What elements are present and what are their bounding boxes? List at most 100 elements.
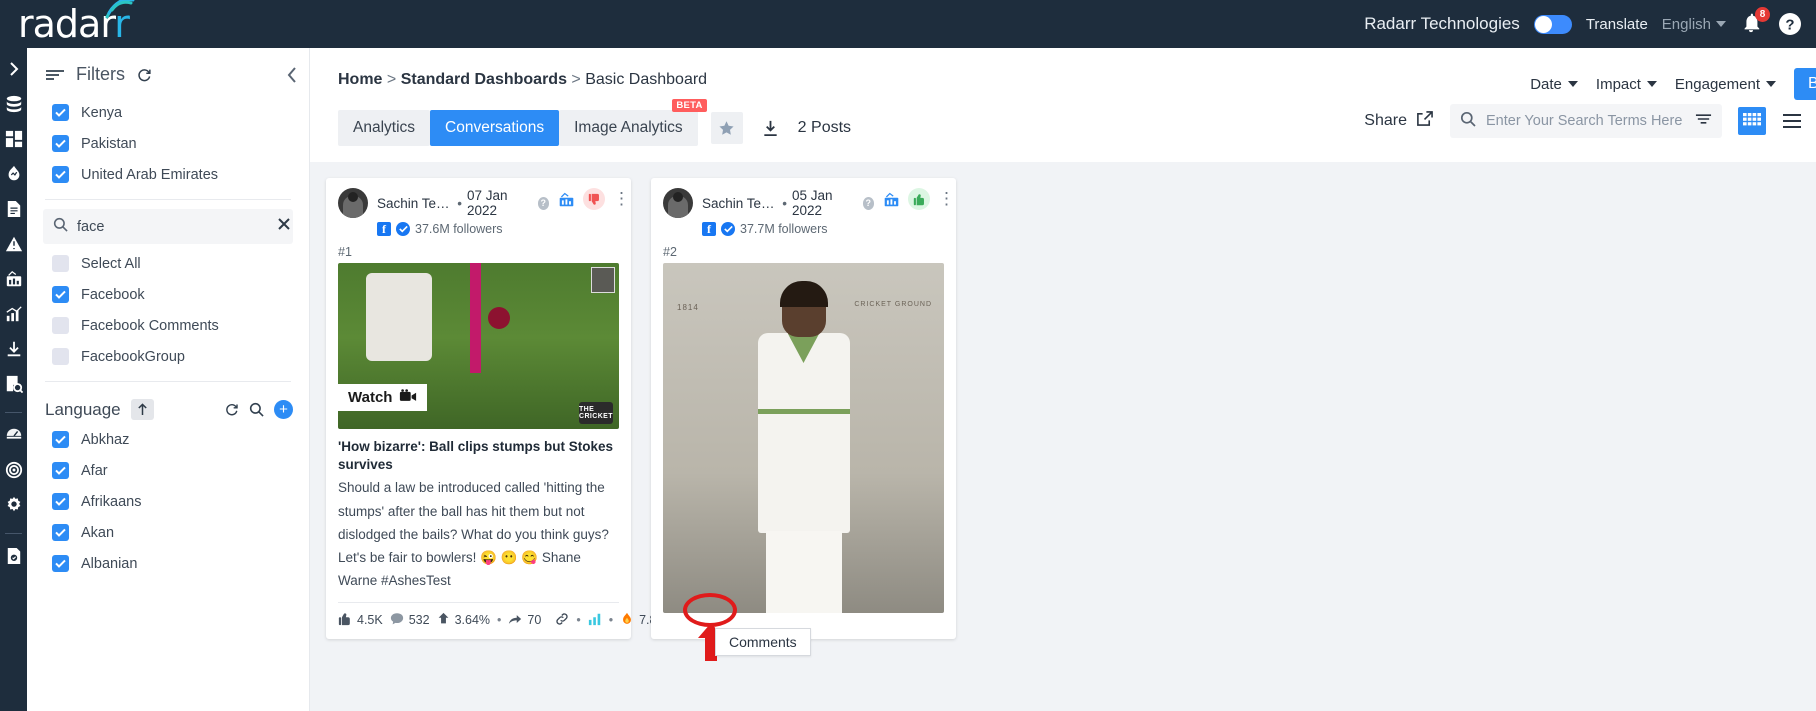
thumbs-down-icon[interactable] xyxy=(583,188,605,210)
fire-trending-icon[interactable] xyxy=(5,165,23,183)
metric-likes[interactable]: 4.5K xyxy=(338,612,383,629)
filter-item-uae[interactable]: United Arab Emirates xyxy=(27,159,309,190)
filter-item-abkhaz[interactable]: Abkhaz xyxy=(27,424,309,455)
metric-engagement[interactable]: 3.64% xyxy=(437,612,490,628)
filter-label: Select All xyxy=(81,255,141,272)
translate-label: Translate xyxy=(1585,15,1648,33)
checkbox[interactable] xyxy=(52,104,69,121)
chevron-right-icon[interactable] xyxy=(5,60,23,78)
tab-conversations[interactable]: Conversations xyxy=(430,110,560,146)
filter-item-facebook-comments[interactable]: Facebook Comments xyxy=(27,310,309,341)
checkbox[interactable] xyxy=(52,431,69,448)
dashboard-grid-icon[interactable] xyxy=(5,130,23,148)
post-card-header: Sachin Tend... • 07 Jan 2022 ? f 37.6M f… xyxy=(338,188,630,236)
filter-item-akan[interactable]: Akan xyxy=(27,517,309,548)
app-logo[interactable]: radarr xyxy=(18,0,135,43)
filter-item-kenya[interactable]: Kenya xyxy=(27,97,309,128)
chevron-down-icon xyxy=(1567,81,1578,87)
global-search-box[interactable] xyxy=(1450,104,1722,138)
checkbox[interactable] xyxy=(52,166,69,183)
target-icon[interactable] xyxy=(5,461,23,479)
gear-icon[interactable] xyxy=(5,496,23,514)
date-dropdown[interactable]: Date xyxy=(1530,76,1578,93)
watch-badge[interactable]: Watch xyxy=(338,384,428,411)
engagement-dropdown[interactable]: Engagement xyxy=(1675,76,1776,93)
more-vertical-icon[interactable]: ⋮ xyxy=(613,190,630,207)
filter-item-facebook[interactable]: Facebook xyxy=(27,279,309,310)
post-author[interactable]: Sachin Tend... xyxy=(702,196,777,211)
share-button[interactable]: Share xyxy=(1364,110,1434,132)
help-circle-icon[interactable]: ? xyxy=(537,196,550,210)
translate-toggle[interactable] xyxy=(1533,14,1572,34)
database-icon[interactable] xyxy=(5,95,23,113)
shield-document-icon[interactable] xyxy=(5,547,23,565)
post-title[interactable]: 'How bizarre': Ball clips stumps but Sto… xyxy=(338,438,619,474)
speedometer-icon[interactable] xyxy=(5,426,23,444)
post-card[interactable]: Sachin Tend... • 05 Jan 2022 ? f 37.7M f… xyxy=(651,178,956,639)
search-icon[interactable] xyxy=(249,402,264,417)
download-icon[interactable] xyxy=(5,340,23,358)
signal-arc-icon xyxy=(103,0,137,26)
help-circle-icon[interactable]: ? xyxy=(1778,12,1802,36)
download-icon[interactable] xyxy=(761,119,780,138)
filter-item-afrikaans[interactable]: Afrikaans xyxy=(27,486,309,517)
checkbox[interactable] xyxy=(52,135,69,152)
post-author[interactable]: Sachin Tend... xyxy=(377,196,452,211)
more-vertical-icon[interactable]: ⋮ xyxy=(938,190,955,207)
primary-action-button[interactable]: Bu xyxy=(1794,68,1816,100)
bar-analytics-icon[interactable] xyxy=(558,191,575,208)
metric-shares[interactable]: 70 xyxy=(508,613,541,628)
post-media[interactable]: 1814 CRICKET GROUND xyxy=(663,263,944,613)
tab-image-analytics[interactable]: Image Analytics BETA xyxy=(559,99,707,146)
alert-triangle-icon[interactable] xyxy=(5,235,23,253)
checkbox[interactable] xyxy=(52,286,69,303)
source-search-input[interactable] xyxy=(77,218,264,235)
filter-item-afar[interactable]: Afar xyxy=(27,455,309,486)
source-search-box[interactable] xyxy=(43,209,293,244)
filter-item-pakistan[interactable]: Pakistan xyxy=(27,128,309,159)
checkbox[interactable] xyxy=(52,524,69,541)
language-selector[interactable]: English xyxy=(1662,16,1726,33)
chevron-left-icon[interactable] xyxy=(285,66,299,89)
post-media[interactable]: Watch THE CRICKET xyxy=(338,263,619,429)
filter-item-select-all[interactable]: Select All xyxy=(27,248,309,279)
link-icon[interactable] xyxy=(555,612,569,629)
tab-analytics[interactable]: Analytics xyxy=(338,110,431,146)
grid-view-icon[interactable] xyxy=(1738,107,1766,135)
bar-chart-icon[interactable] xyxy=(588,612,602,629)
post-meta: Sachin Tend... • 05 Jan 2022 ? f 37.7M f… xyxy=(702,188,875,236)
plus-icon[interactable]: + xyxy=(274,400,293,419)
breadcrumb-home[interactable]: Home xyxy=(338,71,382,88)
bar-analytics-icon[interactable] xyxy=(883,191,900,208)
checkbox[interactable] xyxy=(52,348,69,365)
impact-dropdown[interactable]: Impact xyxy=(1596,76,1657,93)
media-corner-badge: THE CRICKET xyxy=(579,402,613,424)
list-view-icon[interactable] xyxy=(1782,112,1802,130)
metric-separator: • xyxy=(608,613,614,628)
checkbox[interactable] xyxy=(52,255,69,272)
checkbox[interactable] xyxy=(52,317,69,334)
star-icon[interactable] xyxy=(710,112,743,144)
filter-item-albanian[interactable]: Albanian xyxy=(27,548,309,579)
bar-analytics-icon[interactable] xyxy=(5,270,23,288)
checkbox[interactable] xyxy=(52,493,69,510)
arrow-up-icon[interactable] xyxy=(130,399,154,420)
line-chart-icon[interactable] xyxy=(5,305,23,323)
close-icon[interactable] xyxy=(273,215,295,238)
filter-item-facebookgroup[interactable]: FacebookGroup xyxy=(27,341,309,372)
post-date: 05 Jan 2022 xyxy=(791,188,833,218)
notifications-button[interactable]: 8 xyxy=(1740,7,1770,37)
post-card[interactable]: Sachin Tend... • 07 Jan 2022 ? f 37.6M f… xyxy=(326,178,665,639)
checkbox[interactable] xyxy=(52,462,69,479)
refresh-icon[interactable] xyxy=(224,402,239,417)
report-search-icon[interactable] xyxy=(5,375,23,393)
document-icon[interactable] xyxy=(5,200,23,218)
thumbs-up-icon[interactable] xyxy=(908,188,930,210)
refresh-icon[interactable] xyxy=(136,67,152,83)
help-circle-icon[interactable]: ? xyxy=(862,196,875,210)
checkbox[interactable] xyxy=(52,555,69,572)
breadcrumb-section[interactable]: Standard Dashboards xyxy=(401,71,567,88)
filter-lines-icon[interactable] xyxy=(1695,112,1712,130)
global-search-input[interactable] xyxy=(1486,113,1685,129)
metric-comments[interactable]: 532 xyxy=(390,612,430,629)
